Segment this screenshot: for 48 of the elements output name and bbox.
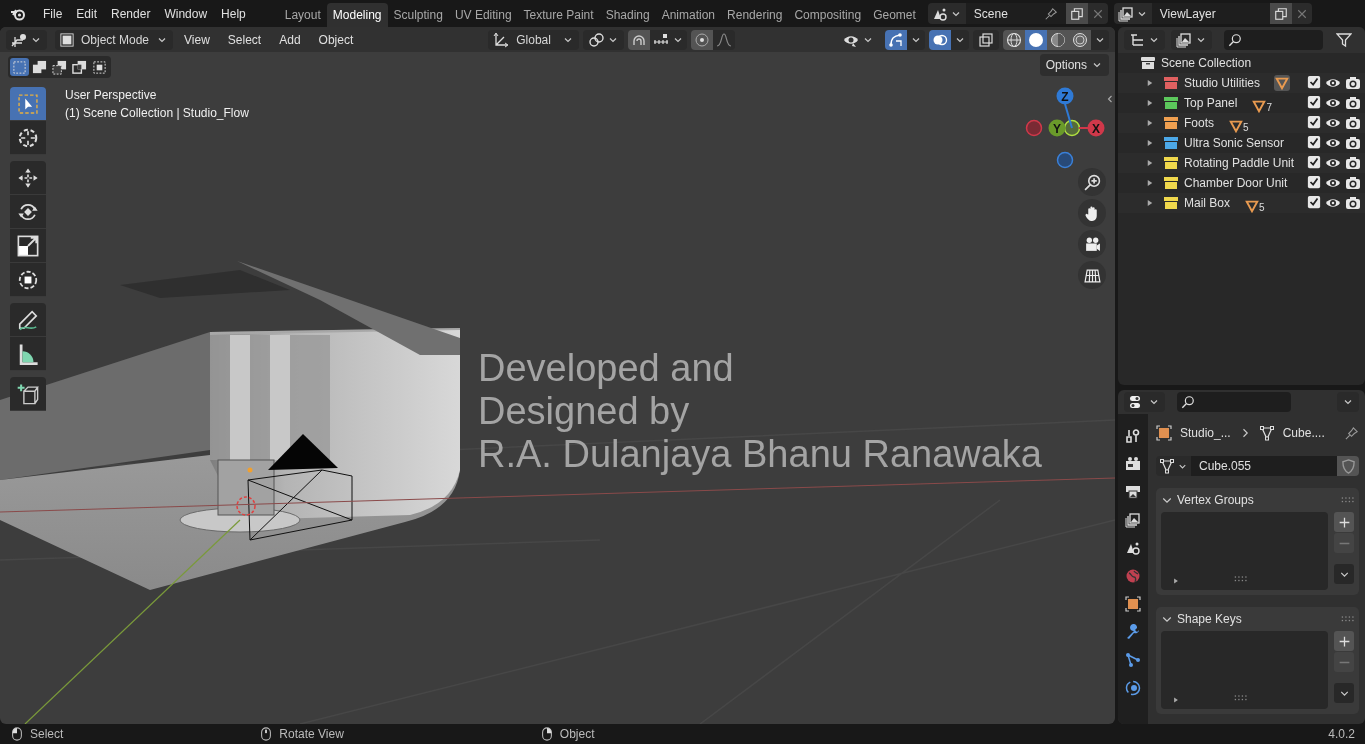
menu-item[interactable]: Add [272,29,308,50]
scene-3d-text: Designed by [478,390,691,433]
scene-field[interactable]: Scene [965,3,1066,24]
breadcrumb-item: Cube.... [1282,426,1325,440]
mode-dropdown[interactable]: Object Mode [55,29,174,50]
workspace-tab[interactable]: Compositing [788,3,868,27]
menu-item[interactable]: File [36,2,70,25]
axis-handle[interactable]: Y [1048,119,1066,137]
viewport-info-text: (1) Scene Collection | Studio_Flow [65,105,249,122]
workspace-tab[interactable]: UV Editing [448,3,518,27]
outliner-item[interactable]: Top Panel [1184,96,1238,110]
workspace-tab[interactable]: Layout [278,3,327,27]
version-text: 4.0.2 [1328,727,1355,741]
workspace-tab[interactable]: Shading [599,3,656,27]
mesh-badge[interactable]: 7 [1251,92,1273,114]
breadcrumb-item: Studio_... [1180,426,1231,440]
view-layer-field[interactable]: ViewLayer [1151,3,1270,24]
mesh-badge[interactable]: 5 [1244,192,1266,214]
scene-3d-text: Developed and [478,347,735,390]
status-hint: Object [559,727,595,741]
panel-title[interactable]: Vertex Groups [1177,493,1254,507]
menu-item[interactable]: Window [157,2,215,25]
outliner-item[interactable]: Chamber Door Unit [1184,176,1288,190]
menu-item[interactable]: Help [214,2,253,25]
menu-item[interactable]: Edit [69,2,105,25]
orientation-dropdown[interactable]: Global [488,29,579,50]
menu-item[interactable]: Object [311,29,361,50]
panel-title[interactable]: Shape Keys [1177,612,1242,626]
outliner-item[interactable]: Mail Box [1184,196,1230,210]
workspace-tab[interactable]: Rendering [721,3,789,27]
mesh-badge[interactable]: 5 [1228,112,1250,134]
outliner-item[interactable]: Scene Collection [1161,56,1252,70]
menu-item[interactable]: Select [220,29,269,50]
mesh-name-field[interactable]: Cube.055 [1191,456,1337,476]
outliner-item[interactable]: Foots [1184,116,1214,130]
workspace-tab[interactable]: Geomet [867,3,922,27]
status-hint: Rotate View [279,727,344,741]
viewport-info-text: User Perspective [65,87,158,104]
status-hint: Select [30,727,64,741]
workspace-tab[interactable]: Texture Paint [517,3,600,27]
menu-item[interactable]: Render [104,2,158,25]
scene-3d-text: R.A. Dulanjaya Bhanu Ranawaka [478,433,1042,476]
workspace-tab[interactable]: Sculpting [387,3,449,27]
options-dropdown[interactable]: Options [1039,54,1109,76]
menu-item[interactable]: View [177,29,217,50]
workspace-tab[interactable]: Animation [655,3,722,27]
workspace-tab[interactable]: Modeling [326,3,388,27]
outliner-item[interactable]: Ultra Sonic Sensor [1184,136,1285,150]
